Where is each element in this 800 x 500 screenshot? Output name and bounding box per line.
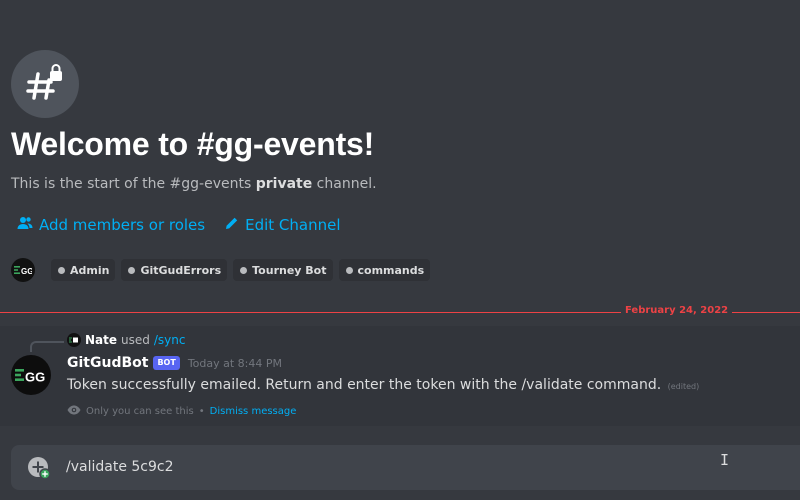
hashtag-lock-icon bbox=[11, 50, 79, 118]
role-pill-tourney-bot[interactable]: Tourney Bot bbox=[233, 259, 333, 281]
add-members-label: Add members or roles bbox=[39, 216, 206, 234]
text-cursor-icon: I bbox=[720, 451, 730, 469]
reply-avatar bbox=[67, 333, 81, 347]
svg-text:GG: GG bbox=[21, 267, 32, 275]
bot-tag: BOT bbox=[153, 356, 180, 370]
message-content: Token successfully emailed. Return and e… bbox=[67, 377, 699, 393]
message-composer[interactable]: /validate 5c9c2 I bbox=[11, 445, 800, 490]
role-label: GitGudErrors bbox=[140, 263, 222, 277]
message-timestamp: Today at 8:44 PM bbox=[187, 356, 282, 370]
channel-actions: Add members or roles Edit Channel bbox=[17, 215, 341, 235]
subtitle-prefix: This is the start of the #gg-events bbox=[11, 176, 256, 192]
role-dot-icon bbox=[240, 266, 248, 274]
gg-logo-icon: GG bbox=[11, 258, 35, 282]
bot-avatar[interactable]: GG bbox=[11, 355, 51, 395]
message-text: Token successfully emailed. Return and e… bbox=[67, 377, 662, 393]
ephemeral-separator: • bbox=[198, 406, 205, 417]
edited-label: (edited) bbox=[667, 382, 700, 391]
svg-text:GG: GG bbox=[25, 370, 45, 384]
role-list: GG Admin GitGudErrors Tourney Bot comman… bbox=[11, 258, 431, 282]
command-reply[interactable]: Nate used /sync bbox=[67, 333, 185, 347]
dismiss-message-link[interactable]: Dismiss message bbox=[210, 406, 297, 417]
ephemeral-text: Only you can see this bbox=[86, 406, 194, 417]
welcome-subtitle: This is the start of the #gg-events priv… bbox=[11, 176, 377, 192]
role-pill-admin[interactable]: Admin bbox=[51, 259, 116, 281]
reply-command[interactable]: /sync bbox=[154, 333, 186, 347]
role-dot-icon bbox=[128, 266, 136, 274]
message-header: GitGudBot BOT Today at 8:44 PM bbox=[67, 355, 282, 371]
edit-channel-label: Edit Channel bbox=[245, 216, 341, 234]
role-pill-commands[interactable]: commands bbox=[338, 259, 431, 281]
subtitle-private: private bbox=[255, 176, 313, 192]
edit-channel-button[interactable]: Edit Channel bbox=[225, 216, 341, 234]
attach-plus-icon[interactable] bbox=[28, 457, 51, 480]
subtitle-suffix: channel. bbox=[312, 176, 377, 192]
role-label: Tourney Bot bbox=[252, 263, 327, 277]
role-label: commands bbox=[357, 263, 425, 277]
role-dot-icon bbox=[345, 266, 353, 274]
reply-used-text: used bbox=[121, 333, 150, 347]
role-dot-icon bbox=[58, 266, 65, 274]
add-members-icon bbox=[17, 215, 33, 235]
reply-username[interactable]: Nate bbox=[85, 333, 117, 347]
role-pill-gitguderrors[interactable]: GitGudErrors bbox=[121, 259, 228, 281]
welcome-title: Welcome to #gg-events! bbox=[11, 126, 375, 162]
date-divider-label: February 24, 2022 bbox=[621, 305, 733, 316]
eye-icon bbox=[67, 405, 81, 418]
role-label: Admin bbox=[70, 263, 110, 277]
pencil-icon bbox=[225, 216, 239, 234]
add-members-button[interactable]: Add members or roles bbox=[17, 215, 205, 235]
ephemeral-notice: Only you can see this • Dismiss message bbox=[67, 405, 296, 418]
reply-connector bbox=[30, 341, 64, 352]
channel-view: Welcome to #gg-events! This is the start… bbox=[0, 0, 800, 500]
message-author[interactable]: GitGudBot bbox=[67, 355, 148, 371]
message-input[interactable]: /validate 5c9c2 bbox=[66, 455, 174, 479]
